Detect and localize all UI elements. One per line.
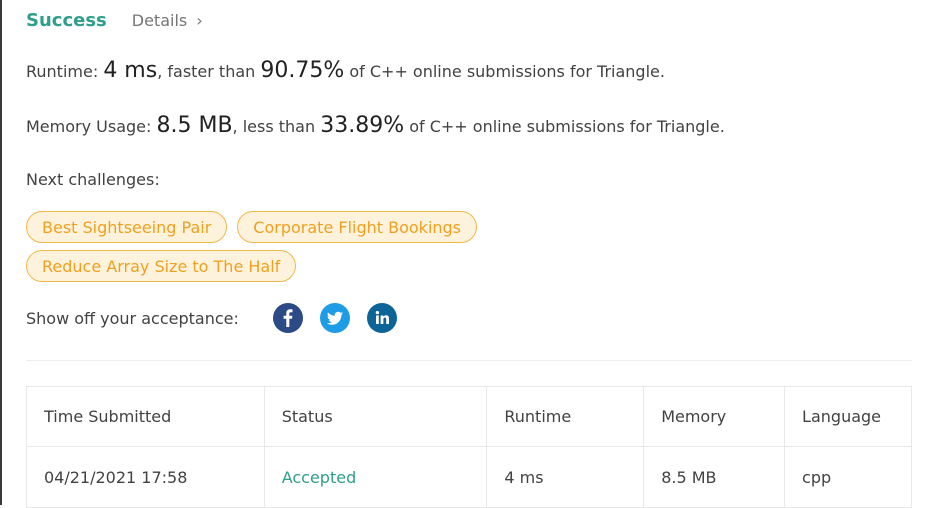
runtime-summary: Runtime: 4 ms, faster than 90.75% of C++… xyxy=(26,58,665,83)
facebook-icon[interactable] xyxy=(272,303,303,333)
chip-row: Reduce Array Size to The Half xyxy=(26,250,546,282)
column-header-status: Status xyxy=(263,386,488,447)
cell-status-accepted-link[interactable]: Accepted xyxy=(263,446,488,508)
linkedin-icon[interactable] xyxy=(366,303,397,333)
chevron-right-icon: › xyxy=(196,10,203,30)
result-header: Success Details › xyxy=(26,8,203,32)
memory-suffix: of C++ online submissions for Triangle. xyxy=(404,117,725,136)
share-section: Show off your acceptance: xyxy=(26,303,414,333)
details-label: Details xyxy=(131,10,188,30)
chip-row: Best Sightseeing Pair Corporate Flight B… xyxy=(26,211,546,243)
memory-comparison: , less than xyxy=(232,117,321,136)
cell-runtime: 4 ms xyxy=(486,446,645,508)
runtime-value: 4 ms xyxy=(103,58,158,83)
memory-percentile: 33.89% xyxy=(320,113,405,138)
column-header-time: Time Submitted xyxy=(26,386,265,447)
left-border xyxy=(0,0,2,505)
memory-summary: Memory Usage: 8.5 MB, less than 33.89% o… xyxy=(26,113,725,138)
table-row: 04/21/2021 17:58 Accepted 4 ms 8.5 MB cp… xyxy=(26,446,912,508)
runtime-percentile: 90.75% xyxy=(260,58,345,83)
success-status: Success xyxy=(26,9,107,31)
challenge-chip-best-sightseeing-pair[interactable]: Best Sightseeing Pair xyxy=(26,211,228,243)
cell-language: cpp xyxy=(784,446,912,508)
details-link[interactable]: Details › xyxy=(132,11,203,30)
runtime-suffix: of C++ online submissions for Triangle. xyxy=(344,62,665,81)
next-challenges-label: Next challenges: xyxy=(26,170,160,189)
submissions-table: Time Submitted Status Runtime Memory Lan… xyxy=(26,386,912,508)
column-header-runtime: Runtime xyxy=(486,386,645,447)
twitter-icon[interactable] xyxy=(319,303,350,333)
memory-value: 8.5 MB xyxy=(156,113,233,138)
next-challenges-list: Best Sightseeing Pair Corporate Flight B… xyxy=(26,211,546,289)
memory-label: Memory Usage: xyxy=(26,117,157,136)
column-header-memory: Memory xyxy=(643,386,786,447)
table-header-row: Time Submitted Status Runtime Memory Lan… xyxy=(26,386,912,447)
runtime-comparison: , faster than xyxy=(157,62,261,81)
section-divider xyxy=(26,360,912,361)
runtime-label: Runtime: xyxy=(26,62,104,81)
challenge-chip-corporate-flight-bookings[interactable]: Corporate Flight Bookings xyxy=(237,211,478,243)
cell-time-submitted: 04/21/2021 17:58 xyxy=(26,446,265,508)
cell-memory: 8.5 MB xyxy=(643,446,786,508)
column-header-language: Language xyxy=(784,386,912,447)
share-label: Show off your acceptance: xyxy=(26,308,239,328)
challenge-chip-reduce-array-size[interactable]: Reduce Array Size to The Half xyxy=(26,250,297,282)
